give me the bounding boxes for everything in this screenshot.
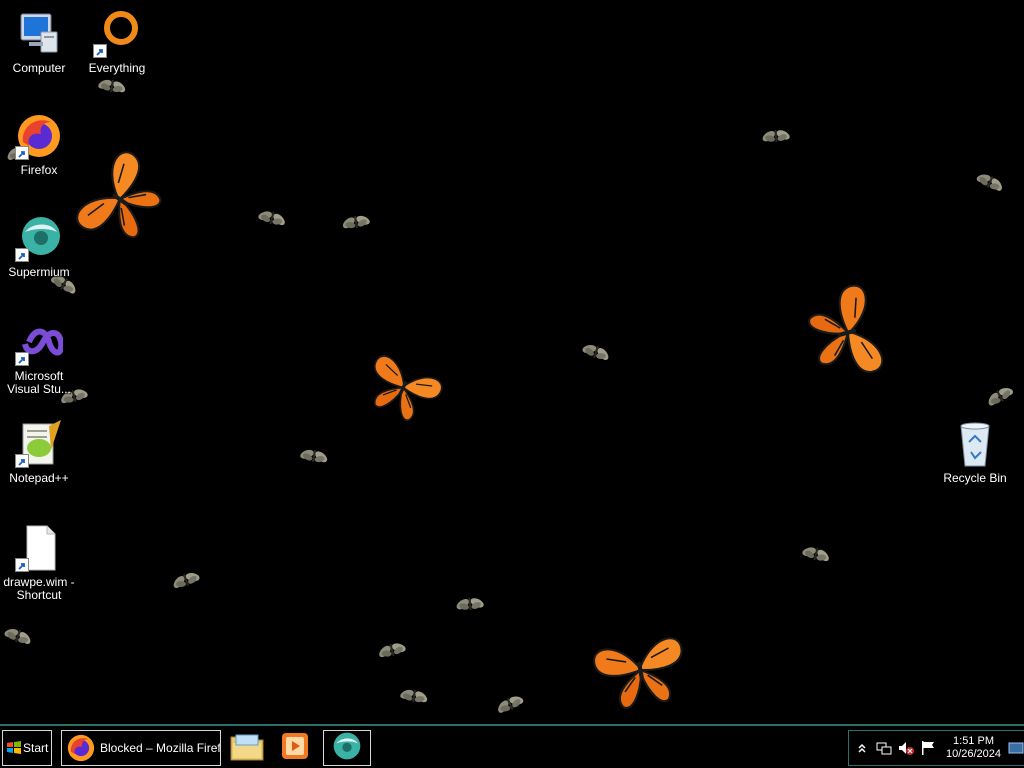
everything-icon bbox=[93, 10, 141, 58]
folder-icon bbox=[230, 731, 264, 766]
shortcut-arrow-icon bbox=[15, 558, 29, 572]
file-icon bbox=[15, 524, 63, 572]
start-button[interactable]: Start bbox=[2, 730, 52, 766]
start-label: Start bbox=[23, 741, 49, 755]
desktop-icon-label: Computer bbox=[12, 61, 66, 75]
desktop-icon-drawpe-shortcut[interactable]: drawpe.wim - Shortcut bbox=[1, 524, 77, 602]
desktop-icon-computer[interactable]: Computer bbox=[1, 10, 77, 75]
desktop-icon-supermium[interactable]: Supermium bbox=[1, 214, 77, 279]
supermium-icon bbox=[331, 730, 363, 767]
computer-icon bbox=[15, 10, 63, 58]
show-desktop-icon[interactable] bbox=[1008, 739, 1024, 757]
shortcut-arrow-icon bbox=[15, 146, 29, 160]
system-tray: 1:51 PM 10/26/2024 bbox=[848, 730, 1024, 766]
notepadpp-icon bbox=[15, 420, 63, 468]
desktop-icon-label: Recycle Bin bbox=[943, 471, 1007, 485]
taskbar-task-firefox[interactable]: Blocked – Mozilla Firef... bbox=[61, 730, 221, 766]
clock-time: 1:51 PM bbox=[953, 735, 994, 747]
show-hidden-icons-chevron-icon[interactable] bbox=[853, 739, 871, 757]
recycle-bin-icon bbox=[951, 420, 999, 468]
desktop-icon-everything[interactable]: Everything bbox=[79, 10, 155, 75]
desktop-icon-label: drawpe.wim - Shortcut bbox=[3, 575, 75, 602]
wallpaper-butterflies bbox=[1, 76, 1017, 717]
desktop-icon-visual-studio[interactable]: Microsoft Visual Stu... bbox=[1, 318, 77, 396]
visual-studio-icon bbox=[15, 318, 65, 366]
shortcut-arrow-icon bbox=[15, 352, 29, 366]
network-icon[interactable] bbox=[875, 739, 893, 757]
desktop-icon-label: Firefox bbox=[20, 163, 58, 177]
taskbar-pin-supermium[interactable] bbox=[323, 730, 371, 766]
volume-muted-icon[interactable] bbox=[897, 739, 915, 757]
taskbar: Start Blocked – Mozilla Firef... 1:51 PM… bbox=[0, 724, 1024, 768]
desktop[interactable]: Computer Everything Firefox Supermium Mi… bbox=[0, 0, 1024, 724]
windows-logo-icon bbox=[7, 741, 21, 755]
task-label: Blocked – Mozilla Firef... bbox=[100, 741, 220, 755]
firefox-icon bbox=[15, 112, 63, 160]
taskbar-pin-media-player[interactable] bbox=[275, 730, 315, 766]
desktop-icon-label: Notepad++ bbox=[9, 471, 69, 485]
media-player-icon bbox=[281, 732, 309, 765]
shortcut-arrow-icon bbox=[15, 248, 29, 262]
action-center-flag-icon[interactable] bbox=[919, 739, 937, 757]
taskbar-clock[interactable]: 1:51 PM 10/26/2024 bbox=[943, 735, 1004, 761]
desktop-icon-label: Everything bbox=[88, 61, 146, 75]
supermium-icon bbox=[15, 214, 63, 262]
taskbar-pin-explorer[interactable] bbox=[227, 730, 267, 766]
shortcut-arrow-icon bbox=[93, 44, 107, 58]
desktop-icon-notepadpp[interactable]: Notepad++ bbox=[1, 420, 77, 485]
desktop-icon-label: Microsoft Visual Stu... bbox=[7, 369, 71, 396]
desktop-icon-recycle-bin[interactable]: Recycle Bin bbox=[937, 420, 1013, 485]
clock-date: 10/26/2024 bbox=[945, 748, 1002, 760]
firefox-icon bbox=[66, 733, 96, 763]
desktop-icon-firefox[interactable]: Firefox bbox=[1, 112, 77, 177]
desktop-icon-label: Supermium bbox=[8, 265, 70, 279]
shortcut-arrow-icon bbox=[15, 454, 29, 468]
